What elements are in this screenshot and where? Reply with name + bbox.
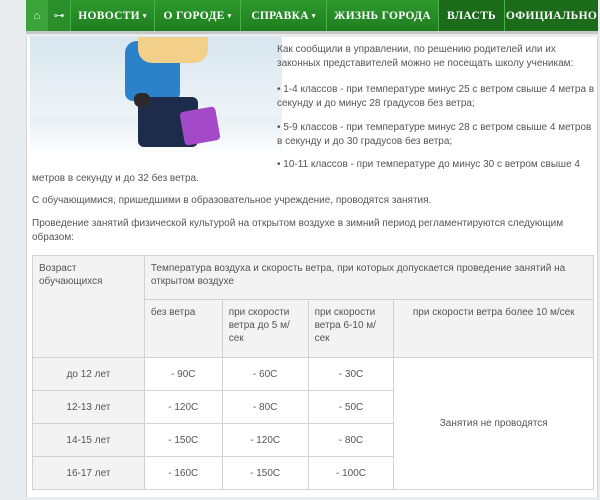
home-icon[interactable]: ⌂ — [26, 0, 48, 31]
nav-item-city-life[interactable]: ЖИЗНЬ ГОРОДА — [326, 0, 438, 31]
header-wind-over-10: при скорости ветра более 10 м/сек — [393, 299, 594, 358]
nav-label: СПРАВКА — [251, 9, 309, 22]
rule-grades-1-4: • 1-4 классов - при температуре минус 25… — [277, 84, 595, 109]
rule-grades-5-9: • 5-9 классов - при температуре минус 28… — [277, 122, 592, 147]
article-photo — [30, 37, 282, 157]
value-cell: - 160С — [143, 456, 223, 490]
header-temperature: Температура воздуха и скорость ветра, пр… — [143, 255, 595, 300]
nav-item-reference[interactable]: СПРАВКА ▾ — [240, 0, 326, 31]
header-no-wind: без ветра — [143, 299, 223, 358]
header-wind-6-10: при скорости ветра 6-10 м/сек — [307, 299, 395, 358]
nav-item-about-city[interactable]: О ГОРОДЕ ▾ — [154, 0, 240, 31]
value-cell: - 90С — [143, 357, 223, 391]
value-cell: - 60С — [221, 357, 309, 391]
value-cell: - 80С — [307, 423, 395, 457]
value-cell: - 120С — [143, 390, 223, 424]
age-cell: 16-17 лет — [32, 456, 145, 490]
header-wind-5: при скорости ветра до 5 м/сек — [221, 299, 309, 358]
nav-label: ЖИЗНЬ ГОРОДА — [334, 9, 431, 22]
nav-label: О ГОРОДЕ — [163, 9, 225, 22]
nav-item-authority[interactable]: ВЛАСТЬ — [438, 0, 504, 31]
value-cell: - 100С — [307, 456, 395, 490]
nav-item-news[interactable]: НОВОСТИ ▾ — [70, 0, 154, 31]
rss-icon[interactable]: ⊶ — [48, 0, 70, 31]
main-nav: ⌂ ⊶ НОВОСТИ ▾ О ГОРОДЕ ▾ СПРАВКА ▾ ЖИЗНЬ ГО… — [26, 0, 598, 34]
article-intro: Как сообщили в управлении, по решению ро… — [277, 44, 574, 69]
no-classes-cell: Занятия не проводятся — [393, 357, 594, 490]
value-cell: - 150С — [221, 456, 309, 490]
nav-label: НОВОСТИ — [78, 9, 140, 22]
value-cell: - 150С — [143, 423, 223, 457]
nav-label: ОФИЦИАЛЬНО — [505, 9, 598, 22]
chevron-down-icon: ▾ — [142, 11, 147, 20]
age-cell: 12-13 лет — [32, 390, 145, 424]
nav-label: ВЛАСТЬ — [447, 9, 496, 22]
rule-grades-10-11: • 10-11 классов - при температуре до мин… — [277, 159, 580, 170]
value-cell: - 120С — [221, 423, 309, 457]
table-row: до 12 лет - 90С - 60С - 30С Занятия не п… — [32, 357, 594, 490]
chevron-down-icon: ▾ — [227, 11, 232, 20]
chevron-down-icon: ▾ — [311, 11, 316, 20]
value-cell: - 80С — [221, 390, 309, 424]
rule-grades-10-11-cont: метров в секунду и до 32 без ветра. — [32, 173, 199, 184]
age-cell: 14-15 лет — [32, 423, 145, 457]
nav-item-official[interactable]: ОФИЦИАЛЬНО — [504, 0, 598, 31]
paragraph-pe: Проведение занятий физической культурой … — [32, 218, 564, 243]
header-age: Возраст обучающихся — [32, 255, 145, 358]
article-card: Как сообщили в управлении, по решению ро… — [26, 37, 598, 497]
age-cell: до 12 лет — [32, 357, 145, 391]
pe-temperature-table: Возраст обучающихся Температура воздуха … — [32, 255, 595, 490]
value-cell: - 30С — [307, 357, 395, 391]
paragraph-classes: С обучающимися, пришедшими в образовател… — [32, 195, 432, 206]
value-cell: - 50С — [307, 390, 395, 424]
